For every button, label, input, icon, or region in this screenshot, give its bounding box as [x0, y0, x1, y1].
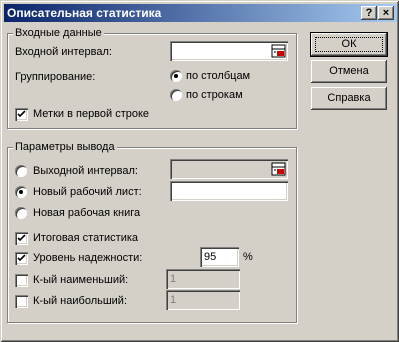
confidence-level-field[interactable]: 95 [200, 247, 239, 267]
ok-button[interactable]: ОК [310, 32, 388, 57]
help-button[interactable]: Справка [311, 87, 387, 110]
checkmark-icon [17, 110, 26, 118]
kth-smallest-field[interactable]: 1 [166, 269, 240, 289]
checkmark-icon [17, 254, 26, 262]
new-workbook-label[interactable]: Новая рабочая книга [33, 206, 140, 220]
help-question-button[interactable]: ? [361, 6, 377, 20]
confidence-level-checkbox[interactable] [15, 252, 28, 265]
cancel-button-label: Отмена [329, 65, 369, 77]
summary-stats-checkbox[interactable] [15, 232, 28, 245]
kth-smallest-checkbox[interactable] [15, 274, 28, 287]
output-group-legend: Параметры вывода [13, 141, 117, 154]
cancel-button[interactable]: Отмена [311, 60, 387, 83]
summary-stats-label[interactable]: Итоговая статистика [33, 231, 138, 245]
kth-smallest-label[interactable]: К-ый наименьший: [33, 273, 128, 287]
title-bar[interactable]: Описательная статистика [4, 4, 397, 22]
new-sheet-label[interactable]: Новый рабочий лист: [33, 185, 142, 199]
help-button-label: Справка [327, 92, 371, 104]
input-range-collapse-icon[interactable] [271, 43, 287, 59]
new-sheet-radio[interactable] [15, 186, 27, 198]
output-range-radio[interactable] [15, 165, 27, 177]
radio-selected-dot [19, 190, 23, 194]
kth-largest-field[interactable]: 1 [166, 290, 240, 310]
by-rows-label[interactable]: по строкам [186, 88, 243, 102]
input-group-legend: Входные данные [13, 27, 104, 40]
by-columns-label[interactable]: по столбцам [186, 69, 250, 83]
dialog-window: Описательная статистика ? × Входные данн… [0, 0, 399, 342]
by-columns-radio[interactable] [170, 70, 182, 82]
kth-largest-label[interactable]: К-ый наибольший: [33, 294, 127, 308]
grouping-label: Группирование: [15, 71, 96, 83]
output-range-collapse-icon[interactable] [271, 161, 287, 177]
dialog-title: Описательная статистика [7, 6, 162, 20]
output-range-label[interactable]: Выходной интервал: [33, 164, 138, 178]
focus-rectangle [315, 37, 383, 52]
close-button[interactable]: × [378, 6, 394, 20]
labels-first-row-label[interactable]: Метки в первой строке [33, 107, 149, 121]
radio-selected-dot [174, 74, 178, 78]
percent-sign: % [243, 251, 253, 263]
confidence-level-label[interactable]: Уровень надежности: [33, 251, 142, 265]
input-range-label: Входной интервал: [15, 46, 112, 58]
checkmark-icon [17, 234, 26, 242]
labels-first-row-checkbox[interactable] [15, 108, 28, 121]
by-rows-radio[interactable] [170, 89, 182, 101]
kth-largest-checkbox[interactable] [15, 295, 28, 308]
new-sheet-field[interactable] [170, 181, 288, 201]
new-workbook-radio[interactable] [15, 207, 27, 219]
